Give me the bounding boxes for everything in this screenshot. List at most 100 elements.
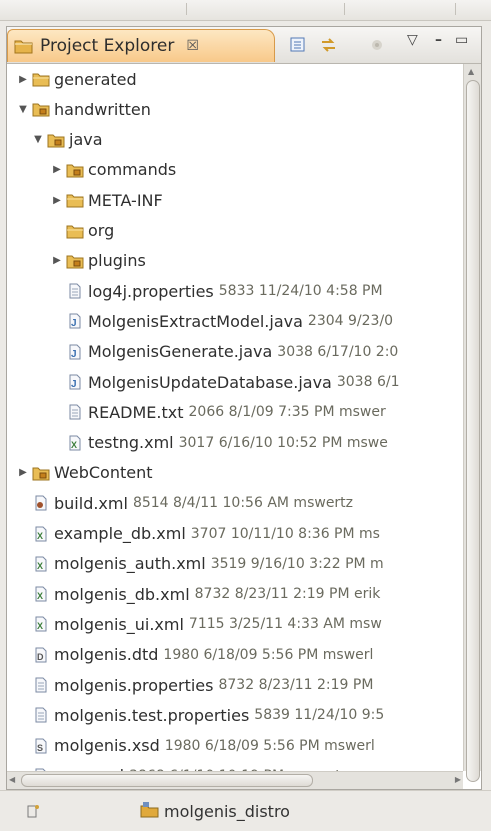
project-icon xyxy=(140,802,159,818)
tree-item[interactable]: Dmolgenis.dtd 1980 6/18/09 5:56 PM mswerl xyxy=(17,641,373,669)
tree-item-label: handwritten xyxy=(54,99,151,119)
fast-view-icon[interactable] xyxy=(26,803,42,819)
xml-file-icon: X xyxy=(32,556,54,572)
horizontal-scrollbar[interactable]: ◀ ▶ xyxy=(7,771,463,789)
collapse-arrow-icon[interactable]: ▼ xyxy=(17,104,29,115)
tree-item[interactable]: ▶ generated xyxy=(17,65,137,93)
tree-item-meta: 8732 8/23/11 2:19 PM xyxy=(218,677,374,693)
tree-item-label: MolgenisUpdateDatabase.java xyxy=(88,372,332,392)
svg-text:X: X xyxy=(37,531,43,541)
scroll-right-icon[interactable]: ▶ xyxy=(455,775,461,784)
tree-item[interactable]: Xmolgenis_auth.xml 3519 9/16/10 3:22 PM m xyxy=(17,550,384,578)
expand-arrow-icon[interactable]: ▶ xyxy=(17,74,29,85)
xml-file-icon: X xyxy=(66,435,88,451)
xsd-file-icon: S xyxy=(32,738,54,754)
tree-item-meta: 3038 6/17/10 2:0 xyxy=(277,343,399,360)
tree-item[interactable]: ▶ WebContent xyxy=(17,459,153,487)
tree-item[interactable]: molgenis.test.properties 5839 11/24/10 9:… xyxy=(17,701,384,729)
tree-item-label: org xyxy=(88,221,115,240)
project-explorer-icon xyxy=(14,40,33,54)
expand-arrow-icon[interactable]: ▶ xyxy=(51,164,63,175)
tree-item[interactable]: ▼ java xyxy=(32,126,102,154)
minimize-icon[interactable]: – xyxy=(435,32,442,48)
xml-file-icon: X xyxy=(32,586,54,602)
package-folder-icon xyxy=(32,465,54,481)
tree-item-label: commands xyxy=(88,160,177,180)
tree-item[interactable]: ▶ commands xyxy=(51,156,176,184)
package-folder-icon xyxy=(47,132,69,148)
status-bar: molgenis_distro xyxy=(0,790,491,831)
collapse-all-icon[interactable] xyxy=(289,36,307,54)
tree-item[interactable]: ▶ plugins xyxy=(51,247,146,275)
horizontal-scroll-thumb[interactable] xyxy=(21,774,313,787)
java-file-icon: J xyxy=(66,344,88,360)
project-explorer-view: Project Explorer ☒ ▽ – ▭ ▶ generated ▼ hand… xyxy=(6,26,482,790)
scroll-left-icon[interactable]: ◀ xyxy=(9,775,15,784)
tree-item[interactable]: Xmolgenis_db.xml 8732 8/23/11 2:19 PM eri… xyxy=(17,580,380,608)
vertical-scroll-thumb[interactable] xyxy=(466,80,480,782)
tree-item[interactable]: Xexample_db.xml 3707 10/11/10 8:36 PM ms xyxy=(17,520,380,548)
tree-item[interactable]: molgenis.properties 8732 8/23/11 2:19 PM xyxy=(17,671,373,699)
maximize-icon[interactable]: ▭ xyxy=(455,32,468,48)
vertical-scrollbar[interactable]: ▲ xyxy=(463,64,481,782)
tree-item-meta: 8514 8/4/11 10:56 AM mswertz xyxy=(132,495,354,512)
tree-item-label: molgenis_auth.xml xyxy=(54,554,206,574)
tree-item-meta: 5833 11/24/10 4:58 PM xyxy=(218,283,383,300)
package-folder-icon xyxy=(66,253,88,269)
tree-item[interactable]: Xpom.xml3868 6/1/10 10:19 PM mswertz xyxy=(17,762,348,771)
tree-item[interactable]: Xtestng.xml 3017 6/16/10 10:52 PM mswe xyxy=(51,429,388,457)
folder-icon xyxy=(66,223,88,239)
tree-item[interactable]: log4j.properties 5833 11/24/10 4:58 PM xyxy=(51,277,383,305)
folder-icon xyxy=(32,71,54,87)
tree-item-label: WebContent xyxy=(54,463,153,483)
java-file-icon: J xyxy=(66,313,88,329)
svg-text:J: J xyxy=(71,318,77,329)
view-menu-icon[interactable]: ▽ xyxy=(407,32,418,48)
tree-item-label: META-INF xyxy=(88,190,163,210)
scroll-up-icon[interactable]: ▲ xyxy=(468,67,474,76)
file-icon xyxy=(32,707,54,723)
view-tab-bar: Project Explorer ☒ ▽ – ▭ xyxy=(7,27,481,64)
project-tree[interactable]: ▶ generated ▼ handwritten ▼ java ▶ commands ▶ MET… xyxy=(7,64,463,771)
tree-item[interactable]: Xmolgenis_ui.xml 7115 3/25/11 4:33 AM msw xyxy=(17,610,382,638)
tree-item-meta: 2304 9/23/0 xyxy=(307,313,394,330)
file-icon xyxy=(66,404,88,420)
expand-arrow-icon[interactable]: ▶ xyxy=(17,467,29,478)
status-project-name: molgenis_distro xyxy=(164,802,290,821)
tab-project-explorer[interactable]: Project Explorer ☒ xyxy=(7,29,275,62)
tree-item-label: log4j.properties xyxy=(88,281,214,301)
tree-item-meta: 8732 8/23/11 2:19 PM erik xyxy=(194,586,381,603)
tab-title: Project Explorer xyxy=(40,36,175,56)
tree-item[interactable]: J MolgenisUpdateDatabase.java 3038 6/1 xyxy=(51,368,399,396)
xml-file-icon: X xyxy=(32,616,54,632)
tree-item[interactable]: J MolgenisExtractModel.java 2304 9/23/0 xyxy=(51,307,393,335)
tree-item-label: build.xml xyxy=(54,493,128,513)
tree-item-label: testng.xml xyxy=(88,433,174,453)
tree-item-label: plugins xyxy=(88,251,146,271)
focus-icon[interactable] xyxy=(368,36,386,54)
ant-file-icon xyxy=(32,495,54,511)
expand-arrow-icon[interactable]: ▶ xyxy=(51,195,63,206)
divider xyxy=(344,3,345,15)
tree-item-label: MolgenisExtractModel.java xyxy=(88,311,303,331)
svg-text:X: X xyxy=(71,440,77,450)
tree-item[interactable]: Smolgenis.xsd 1980 6/18/09 5:56 PM mswerl xyxy=(17,732,375,760)
dtd-file-icon: D xyxy=(32,647,54,663)
link-with-editor-icon[interactable] xyxy=(320,36,338,54)
collapse-arrow-icon[interactable]: ▼ xyxy=(32,134,44,145)
divider xyxy=(186,3,187,15)
tree-item-label: molgenis_db.xml xyxy=(54,584,190,604)
svg-text:D: D xyxy=(37,652,44,662)
tree-item-label: molgenis.xsd xyxy=(54,736,160,756)
tree-item[interactable]: ▼ handwritten xyxy=(17,95,151,123)
expand-arrow-icon[interactable]: ▶ xyxy=(51,255,63,266)
folder-icon xyxy=(66,192,88,208)
java-file-icon: J xyxy=(66,374,88,390)
tree-item[interactable]: ▶ META-INF xyxy=(51,186,163,214)
tree-item[interactable]: build.xml 8514 8/4/11 10:56 AM mswertz xyxy=(17,489,353,517)
close-icon[interactable]: ☒ xyxy=(186,38,199,54)
tree-item[interactable]: README.txt 2066 8/1/09 7:35 PM mswer xyxy=(51,398,386,426)
tree-item-meta: 3017 6/16/10 10:52 PM mswe xyxy=(178,434,388,451)
tree-item[interactable]: org xyxy=(51,217,114,245)
tree-item[interactable]: J MolgenisGenerate.java 3038 6/17/10 2:0 xyxy=(51,338,398,366)
